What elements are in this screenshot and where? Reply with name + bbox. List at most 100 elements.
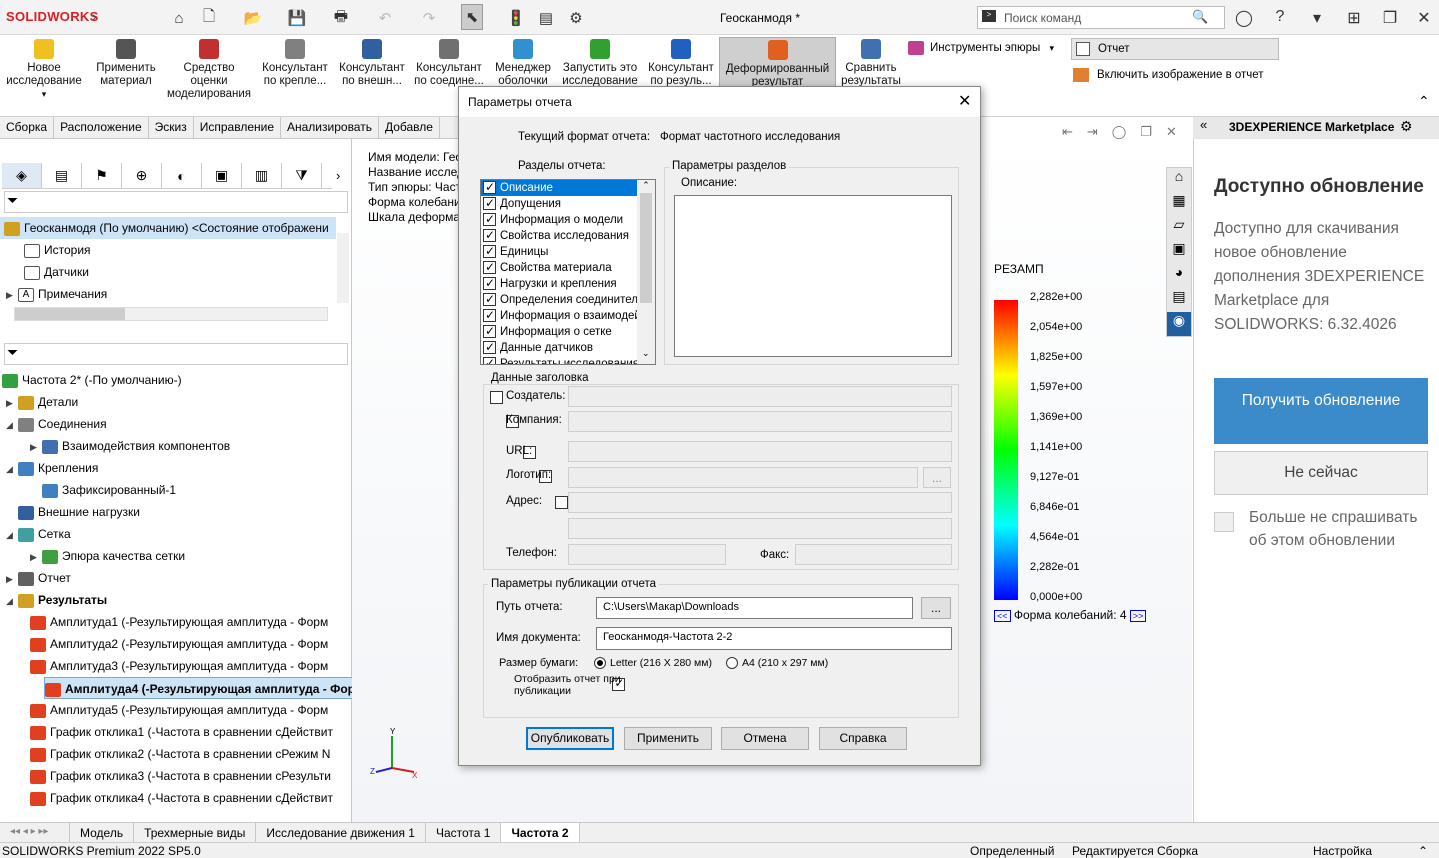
redo-icon[interactable]: ↷ [418,8,440,28]
study-tree-item[interactable]: Амплитуда5 (-Результирующая амплитуда - … [30,699,378,721]
study-tree-item[interactable]: График отклика3 (-Частота в сравнении сР… [30,765,378,787]
new-study-button[interactable]: Новое исследование ▾ [4,39,84,101]
sections-list[interactable]: Описание Допущения Информация о модели Свой… [480,179,656,365]
creator-checkbox[interactable] [490,391,503,405]
report-section-item[interactable]: Информация о сетке [481,324,637,340]
configuration-manager-icon[interactable]: ⚑ [82,163,122,188]
study-tree-item[interactable]: ▶ Взаимодействия компонентов [30,435,378,457]
tree-history[interactable]: История [24,239,91,261]
study-tree-item[interactable]: ◢ Результаты [6,589,354,611]
creator-field[interactable] [568,386,952,407]
solidworks-logo[interactable]: SOLIDWORKS [6,9,99,24]
appearance-icon[interactable]: ▣ [202,163,242,188]
report-section-item[interactable]: Описание [481,180,637,196]
panel-settings-icon[interactable]: ⚙ [1400,118,1413,135]
study-tree-item[interactable]: Амплитуда4 (-Результирующая амплитуда - … [44,677,392,699]
search-icon[interactable]: 🔍 [1192,9,1208,25]
custom-properties-icon[interactable]: ▤ [1167,288,1191,312]
tree-root[interactable]: Геосканмодя (По умолчанию) <Состояние от… [4,217,336,239]
view-window-controls[interactable]: ⇤⇥◯❐✕ [1062,124,1191,140]
include-image-button[interactable]: Включить изображение в отчет [1073,68,1264,82]
company-field[interactable] [568,411,952,432]
expand-arrow-icon[interactable]: ◢ [6,524,18,545]
study-tree-item[interactable]: Частота 2* (-По умолчанию-) [2,369,350,391]
study-tree-item[interactable]: ▶ Детали [6,391,354,413]
design-library-icon[interactable]: ▦ [1167,192,1191,216]
close-icon[interactable]: ✕ [1412,8,1436,28]
address-checkbox[interactable] [555,496,569,510]
section-checkbox[interactable] [483,356,496,364]
logo-browse-button[interactable]: ... [923,467,951,488]
report-section-item[interactable]: Информация о модели [481,212,637,228]
report-section-item[interactable]: Данные датчиков [481,340,637,356]
restore-icon[interactable]: ❐ [1378,8,1402,28]
tree-scrollbar[interactable] [337,233,349,303]
panel-scroll-right-icon[interactable]: › [336,168,340,183]
tree-annotations[interactable]: ▶ A Примечания [6,283,107,305]
feature-tree-icon[interactable]: ◈ [2,163,42,188]
prev-mode-icon[interactable]: << [994,610,1011,622]
open-icon[interactable]: 📂 [242,8,264,28]
tree-filter-field[interactable]: ⏷ [4,191,348,213]
solidworks-resources-icon[interactable]: ⌂ [1167,168,1191,192]
home-icon[interactable]: ⌂ [168,8,190,28]
dropdown-icon[interactable]: ▾ [1305,8,1329,28]
study-tree-item[interactable]: ▶ Эпюра качества сетки [30,545,378,567]
marketplace-icon[interactable]: ◉ [1167,312,1191,336]
tab-sketch[interactable]: Эскиз [149,117,194,138]
apply-material-button[interactable]: Применить материал [92,39,160,88]
section-checkbox[interactable] [483,260,496,275]
address-field-1[interactable] [568,492,952,513]
study-tree-item[interactable]: Амплитуда3 (-Результирующая амплитуда - … [30,655,378,677]
shell-manager-button[interactable]: Менеджер оболочки [490,39,556,88]
report-path-input[interactable]: C:\Users\Макар\Downloads [596,597,913,619]
simulation-icon[interactable]: ⧩ [282,163,322,188]
file-explorer-icon[interactable]: ▱ [1167,216,1191,240]
display-manager-icon[interactable]: ◐ [162,163,202,188]
document-name-input[interactable]: Геосканмодя-Частота 2-2 [596,627,952,650]
tab-model[interactable]: Модель [70,823,135,842]
section-checkbox[interactable] [483,324,496,339]
select-cursor-icon[interactable]: ⬉ [461,4,483,30]
paper-letter-radio[interactable] [594,657,606,669]
section-checkbox[interactable] [483,196,496,211]
section-checkbox[interactable] [483,212,496,227]
study-tree-item[interactable]: Внешние нагрузки [6,501,354,523]
tree-hscrollbar[interactable] [14,307,328,321]
tab-3d-views[interactable]: Трехмерные виды [134,823,257,842]
external-loads-advisor-button[interactable]: Консультант по внешн... [336,39,408,88]
options-gear-icon[interactable]: ⚙ [565,8,587,28]
property-manager-icon[interactable]: ▤ [42,163,82,188]
results-advisor-button[interactable]: Консультант по резуль... [644,39,718,88]
phone-field[interactable] [568,544,726,565]
expand-arrow-icon[interactable]: ▶ [30,436,42,457]
collapse-ribbon-icon[interactable]: ⌃ [1418,93,1430,110]
expand-arrow-icon[interactable]: ◢ [6,590,18,611]
cancel-button[interactable]: Отмена [721,727,809,750]
expand-arrow-icon[interactable]: ▶ [6,568,18,589]
compare-results-button[interactable]: Сравнить результаты [840,39,902,88]
traffic-light-icon[interactable]: 🚦 [505,8,527,28]
study-tree-item[interactable]: Зафиксированный-1 [30,479,378,501]
run-study-button[interactable]: Запустить это исследование [560,39,640,88]
dialog-close-icon[interactable]: ✕ [958,91,971,111]
tree-sensors[interactable]: Датчики [24,261,89,283]
study-tree-item[interactable]: ◢ Сетка [6,523,354,545]
section-checkbox[interactable] [483,292,496,307]
description-textarea[interactable] [674,195,952,357]
publish-button[interactable]: Опубликовать [526,727,614,750]
sections-scrollbar[interactable]: ⌃ ⌄ [637,180,655,364]
study-tree-item[interactable]: Амплитуда2 (-Результирующая амплитуда - … [30,633,378,655]
tab-assembly[interactable]: Сборка [0,117,55,138]
appearances-icon[interactable]: ◕ [1167,264,1191,288]
study-filter-field[interactable]: ⏷ [4,343,348,365]
status-arrow-icon[interactable]: ⌃ [1418,844,1428,858]
fixtures-advisor-button[interactable]: Консультант по крепле... [258,39,332,88]
file-properties-icon[interactable]: ▤ [535,8,557,28]
help-icon[interactable]: ? [1268,8,1292,26]
tab-layout[interactable]: Расположение [54,117,149,138]
help-button[interactable]: Справка [819,727,907,750]
tab-analyze[interactable]: Анализировать [281,117,379,138]
expand-arrow-icon[interactable]: ◢ [6,414,18,435]
report-section-item[interactable]: Информация о взаимодействии [481,308,637,324]
